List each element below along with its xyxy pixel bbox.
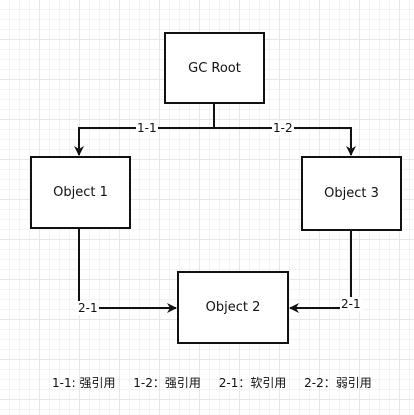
edge-label-2-1-left: 2-1 (77, 301, 99, 315)
node-object-3-label: Object 3 (324, 186, 379, 201)
edge-label-1-2: 1-2 (272, 121, 294, 135)
node-object-2-label: Object 2 (205, 300, 261, 315)
node-object-1-label: Object 1 (53, 185, 108, 200)
legend-item-1-1: 1-1: 强引用 (52, 376, 116, 390)
diagram-canvas: GC Root Object 1 Object 3 Object 2 1-1 1… (0, 0, 414, 415)
node-gc-root[interactable]: GC Root (164, 32, 265, 104)
node-gc-root-label: GC Root (188, 60, 241, 76)
legend-item-2-2: 2-2：弱引用 (304, 376, 372, 390)
legend-item-2-1: 2-1：软引用 (218, 376, 287, 390)
node-object-2[interactable]: Object 2 (177, 271, 289, 344)
edge-label-1-1: 1-1 (136, 121, 158, 135)
node-object-1[interactable]: Object 1 (30, 156, 131, 229)
edge-label-2-1-right: 2-1 (340, 297, 362, 311)
legend: 1-1: 强引用 1-2：强引用 2-1：软引用 2-2：弱引用 (52, 374, 372, 391)
node-object-3[interactable]: Object 3 (301, 156, 402, 231)
legend-item-1-2: 1-2：强引用 (133, 376, 201, 390)
edge-object-1-to-object-2 (78, 228, 177, 313)
